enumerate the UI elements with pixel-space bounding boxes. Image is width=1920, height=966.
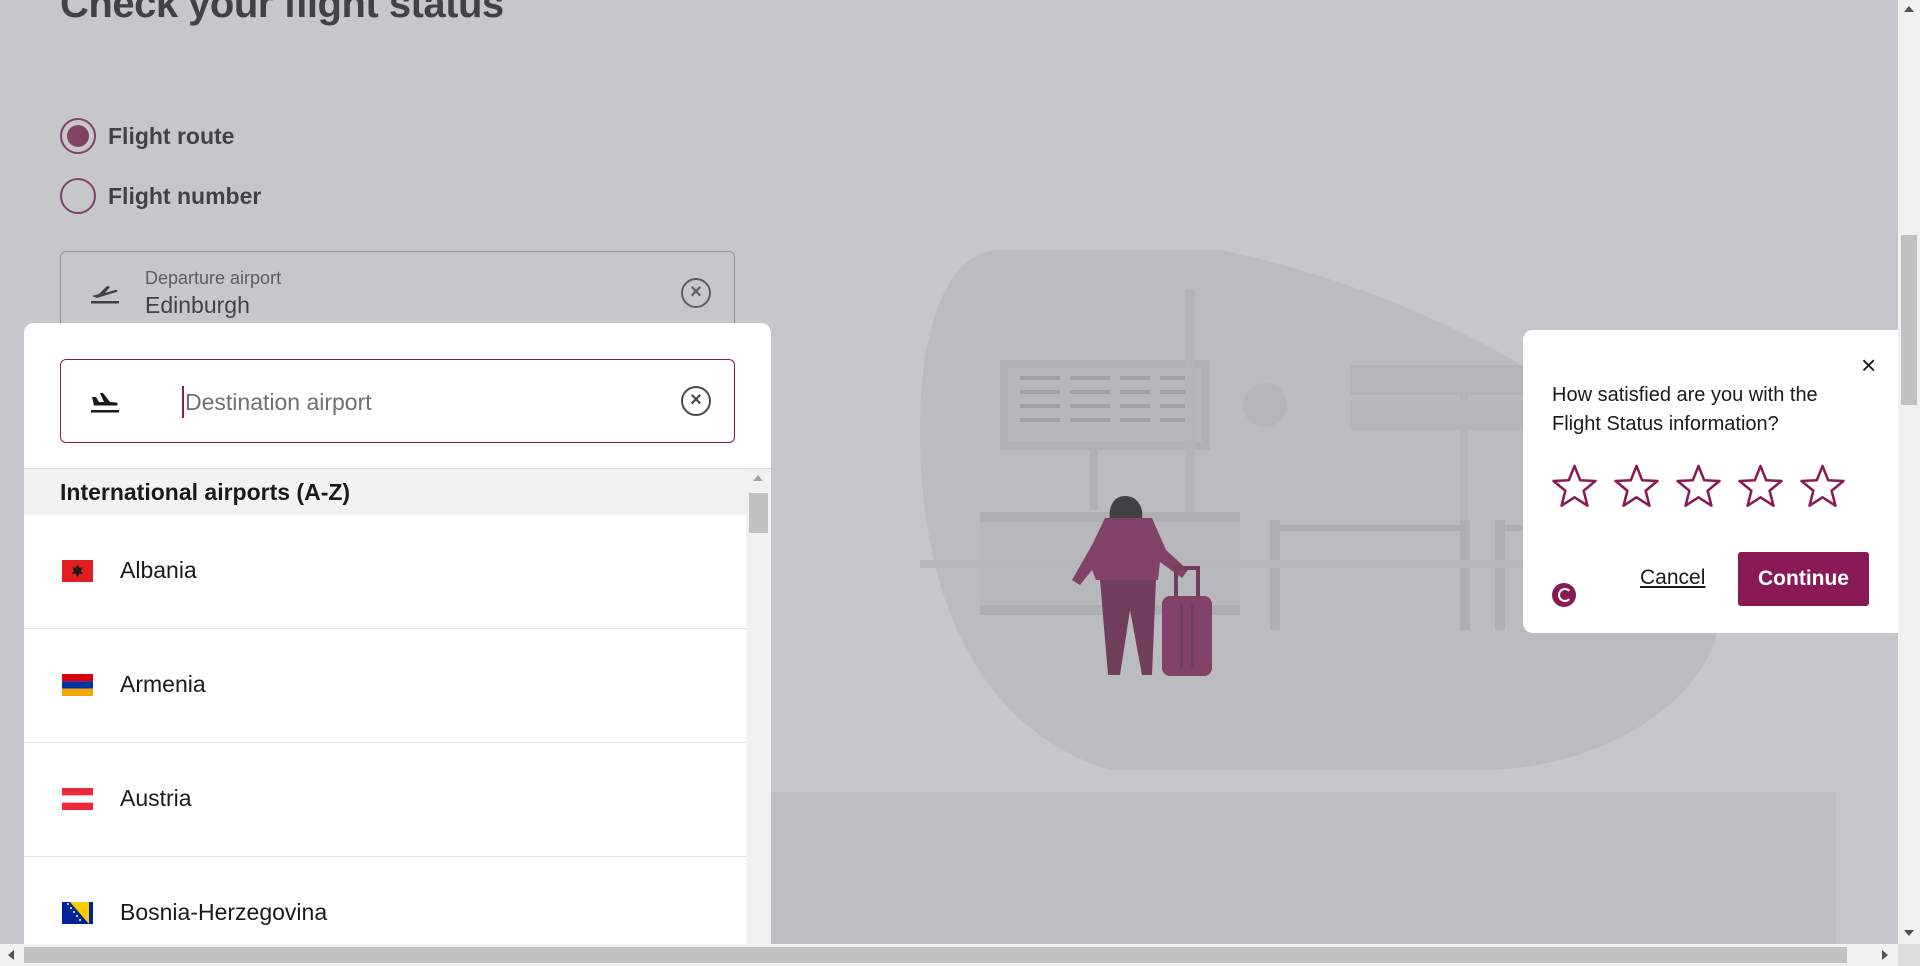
survey-provider-logo-icon: [1552, 583, 1576, 607]
vertical-scrollbar-thumb[interactable]: [1901, 235, 1917, 405]
scrollbar-corner: [1898, 944, 1920, 966]
page-horizontal-scrollbar[interactable]: [0, 944, 1898, 966]
plane-landing-icon: [91, 393, 119, 413]
continue-button[interactable]: Continue: [1738, 552, 1869, 606]
bosnia-herzegovina-flag-icon: [62, 902, 93, 924]
list-item-armenia[interactable]: Armenia: [24, 629, 746, 743]
text-caret: [182, 386, 184, 418]
group-header: International airports (A-Z): [24, 469, 746, 515]
star-icon[interactable]: [1550, 462, 1599, 511]
country-name: Albania: [120, 557, 197, 583]
scroll-right-arrow-icon[interactable]: [1882, 950, 1888, 960]
country-name: Austria: [120, 785, 192, 811]
destination-airport-input[interactable]: [185, 380, 655, 424]
destination-dropdown: × International airports (A-Z) Albania A…: [24, 323, 771, 944]
close-icon[interactable]: ×: [1861, 352, 1876, 378]
list-scrollbar-thumb[interactable]: [749, 493, 768, 533]
survey-popup: × How satisfied are you with the Flight …: [1523, 330, 1898, 633]
scroll-down-arrow-icon[interactable]: [1904, 930, 1914, 936]
scroll-left-arrow-icon[interactable]: [8, 950, 14, 960]
clear-destination-icon[interactable]: ×: [681, 386, 711, 416]
cancel-button[interactable]: Cancel: [1640, 566, 1705, 590]
star-icon[interactable]: [1736, 462, 1785, 511]
destination-airport-field[interactable]: ×: [60, 359, 735, 443]
page-vertical-scrollbar[interactable]: [1898, 0, 1920, 944]
scroll-up-icon[interactable]: [753, 475, 763, 481]
austria-flag-icon: [62, 788, 93, 810]
country-name: Bosnia-Herzegovina: [120, 899, 328, 925]
survey-question: How satisfied are you with the Flight St…: [1552, 384, 1818, 435]
horizontal-scrollbar-thumb[interactable]: [24, 947, 1847, 963]
list-item-albania[interactable]: Albania: [24, 515, 746, 629]
group-header-label: International airports (A-Z): [60, 479, 351, 505]
star-icon[interactable]: [1612, 462, 1661, 511]
albania-flag-icon: [62, 560, 93, 582]
star-icon[interactable]: [1674, 462, 1723, 511]
list-scrollbar[interactable]: [746, 469, 771, 944]
star-rating[interactable]: [1550, 462, 1847, 511]
country-name: Armenia: [120, 671, 206, 697]
star-icon[interactable]: [1798, 462, 1847, 511]
list-item-austria[interactable]: Austria: [24, 743, 746, 857]
armenia-flag-icon: [62, 674, 93, 696]
list-item-bosnia-herzegovina[interactable]: Bosnia-Herzegovina: [24, 857, 746, 944]
scroll-up-arrow-icon[interactable]: [1904, 6, 1914, 12]
airport-list: International airports (A-Z) Albania Arm…: [24, 468, 771, 944]
